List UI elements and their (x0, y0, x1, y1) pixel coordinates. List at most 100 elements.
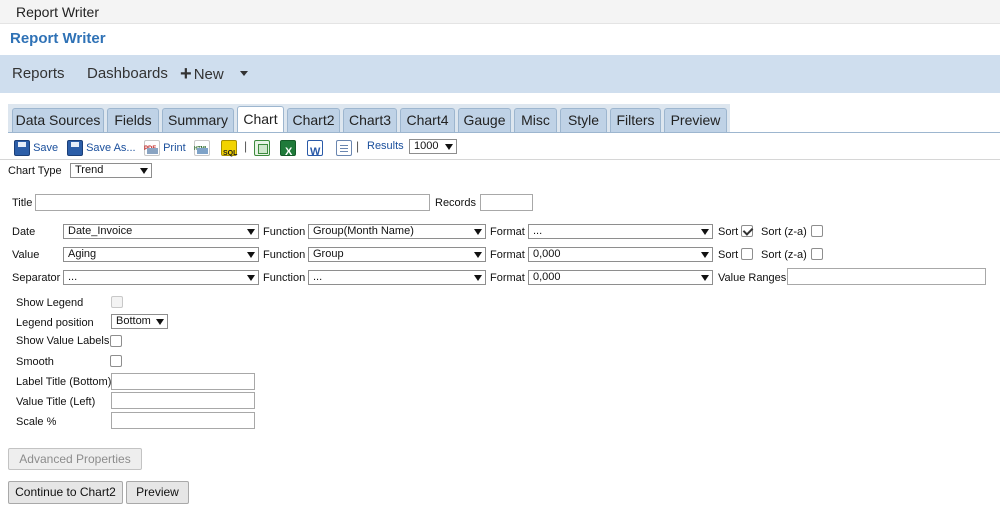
tab-gauge[interactable]: Gauge (458, 108, 511, 133)
results-select[interactable]: 1000 (409, 139, 457, 154)
title-input[interactable] (35, 194, 430, 211)
nav-new-label: New (193, 66, 224, 83)
continue-to-chart2-button[interactable]: Continue to Chart2 (8, 481, 123, 504)
date-field-select[interactable]: Date_Invoice (63, 224, 259, 239)
tab-summary[interactable]: Summary (162, 108, 234, 133)
export-excel-button[interactable] (280, 138, 296, 162)
value-title-left-input[interactable] (111, 392, 255, 409)
export-html-button[interactable] (194, 138, 210, 159)
value-function-value: Group (313, 248, 344, 260)
tab-preview[interactable]: Preview (664, 108, 727, 133)
caret-down-icon (445, 144, 453, 150)
toolbar: Save Save As... Print | | Results 1000 (0, 136, 1000, 164)
caret-down-icon (474, 229, 482, 235)
tab-chart2[interactable]: Chart2 (287, 108, 340, 133)
tab-underline (8, 132, 1000, 133)
tab-filters[interactable]: Filters (610, 108, 661, 133)
nav-dashboards[interactable]: Dashboards (87, 55, 168, 93)
sql-icon (221, 140, 237, 164)
date-sort-label: Sort (718, 226, 739, 238)
excel-icon (280, 140, 296, 162)
app-title: Report Writer (10, 30, 106, 47)
save-icon (14, 140, 30, 157)
document-icon (336, 140, 352, 157)
tab-chart[interactable]: Chart (237, 106, 284, 133)
save-as-button[interactable]: Save As... (67, 138, 136, 158)
caret-down-icon (474, 275, 482, 281)
results-label: Results (367, 140, 404, 152)
toolbar-separator: | (356, 139, 360, 153)
value-ranges-label: Value Ranges (718, 272, 787, 284)
date-format-label: Format (490, 226, 525, 238)
tab-bar: Data Sources Fields Summary Chart Chart2… (0, 104, 1000, 133)
tab-chart4[interactable]: Chart4 (400, 108, 455, 133)
date-sort-za-checkbox[interactable] (811, 225, 823, 237)
value-sort-za-checkbox[interactable] (811, 248, 823, 260)
main-navbar: Reports Dashboards + New (0, 55, 1000, 93)
smooth-checkbox[interactable] (110, 355, 122, 367)
value-field-select[interactable]: Aging (63, 247, 259, 262)
nav-reports[interactable]: Reports (12, 55, 65, 93)
save-button[interactable]: Save (14, 138, 58, 158)
value-field-value: Aging (68, 248, 97, 260)
separator-field-select[interactable]: ... (63, 270, 259, 285)
value-function-select[interactable]: Group (308, 247, 486, 262)
html-icon (194, 139, 210, 159)
tab-data-sources[interactable]: Data Sources (12, 108, 104, 133)
results-value: 1000 (414, 140, 439, 152)
date-format-select[interactable]: ... (528, 224, 713, 239)
tab-misc[interactable]: Misc (514, 108, 557, 133)
date-label: Date (12, 226, 36, 238)
caret-down-icon (247, 229, 255, 235)
separator-format-select[interactable]: 0,000 (528, 270, 713, 285)
print-label: Print (163, 142, 186, 154)
date-format-value: ... (533, 225, 543, 237)
date-field-value: Date_Invoice (68, 225, 133, 237)
records-input[interactable] (480, 194, 533, 211)
caret-down-icon (701, 229, 709, 235)
scale-input[interactable] (111, 412, 255, 429)
value-ranges-input[interactable] (787, 268, 986, 285)
window-titlebar: Report Writer (0, 0, 1000, 24)
toolbar-separator: | (244, 139, 248, 153)
scale-label: Scale % (16, 416, 57, 428)
caret-down-icon (247, 275, 255, 281)
legend-position-label: Legend position (16, 317, 94, 329)
separator-format-value: 0,000 (533, 271, 561, 283)
date-function-select[interactable]: Group(Month Name) (308, 224, 486, 239)
separator-function-select[interactable]: ... (308, 270, 486, 285)
legend-position-select[interactable]: Bottom (111, 314, 168, 329)
save-label: Save (33, 142, 59, 154)
value-sort-checkbox[interactable] (741, 248, 753, 260)
tab-style[interactable]: Style (560, 108, 607, 133)
value-format-select[interactable]: 0,000 (528, 247, 713, 262)
date-sort-checkbox[interactable] (741, 225, 753, 237)
caret-down-icon (156, 319, 164, 325)
export-word-button[interactable] (307, 138, 323, 162)
export-csv-button[interactable] (254, 138, 270, 158)
show-legend-label: Show Legend (16, 297, 84, 309)
print-button[interactable]: Print (144, 138, 186, 159)
show-value-labels-checkbox[interactable] (110, 335, 122, 347)
chevron-down-icon[interactable] (240, 71, 248, 76)
date-function-value: Group(Month Name) (313, 225, 414, 237)
legend-position-value: Bottom (116, 315, 151, 327)
preview-button[interactable]: Preview (126, 481, 189, 504)
caret-down-icon (701, 252, 709, 258)
show-legend-checkbox[interactable] (111, 296, 123, 308)
tab-chart3[interactable]: Chart3 (343, 108, 397, 133)
save-as-icon (67, 140, 83, 157)
separator-function-label: Function (263, 272, 306, 284)
value-sort-za-label: Sort (z-a) (761, 249, 807, 261)
smooth-label: Smooth (16, 356, 54, 368)
nav-new[interactable]: + New (180, 55, 224, 93)
show-sql-button[interactable] (221, 138, 237, 164)
pdf-icon (144, 139, 160, 159)
advanced-properties-button[interactable]: Advanced Properties (8, 448, 142, 470)
chart-type-select[interactable]: Trend (70, 163, 152, 178)
tab-fields[interactable]: Fields (107, 108, 159, 133)
show-value-labels-label: Show Value Labels (16, 335, 110, 347)
caret-down-icon (140, 168, 148, 174)
export-doc-button[interactable] (336, 138, 352, 158)
label-title-bottom-input[interactable] (111, 373, 255, 390)
